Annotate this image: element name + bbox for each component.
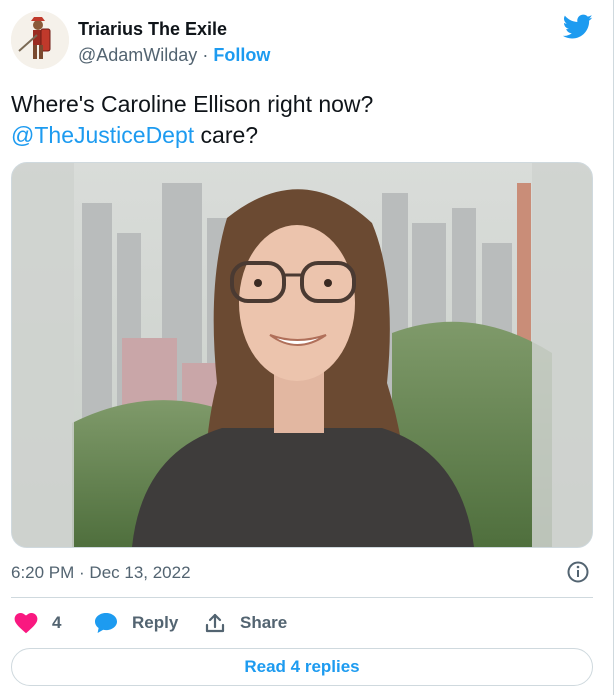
reply-button[interactable]: Reply: [94, 608, 178, 638]
reply-bubble-icon: [95, 613, 117, 633]
heart-icon: [14, 613, 38, 634]
info-icon[interactable]: [566, 560, 590, 584]
tweet-text-rest: care?: [194, 122, 259, 148]
follow-button[interactable]: Follow: [213, 45, 270, 65]
tweet-timestamp[interactable]: 6:20 PM · Dec 13, 2022: [11, 562, 191, 584]
divider: [11, 597, 593, 598]
meta-separator: ·: [202, 45, 209, 65]
author-meta-line: @AdamWilday · Follow: [78, 44, 270, 66]
twitter-bird-icon[interactable]: [563, 14, 593, 40]
tweet-text: Where's Caroline Ellison right now? @The…: [11, 89, 601, 151]
mention-link[interactable]: @TheJusticeDept: [11, 122, 194, 148]
author-display-name[interactable]: Triarius The Exile: [78, 18, 227, 40]
share-icon: [205, 613, 225, 633]
tweet-text-line-1: Where's Caroline Ellison right now?: [11, 91, 374, 117]
photo-illustration: [12, 163, 592, 547]
tweet-embed-card: Triarius The Exile @AdamWilday · Follow …: [0, 0, 614, 695]
tweet-text-line-2: @TheJusticeDept care?: [11, 120, 601, 151]
share-label: Share: [240, 613, 288, 632]
like-count: 4: [52, 613, 62, 632]
read-replies-button[interactable]: Read 4 replies: [11, 648, 593, 686]
tweet-media-photo[interactable]: [11, 162, 593, 548]
avatar-image: [11, 11, 69, 69]
like-button[interactable]: 4: [14, 608, 61, 638]
reply-label: Reply: [132, 613, 179, 632]
avatar[interactable]: [11, 11, 69, 69]
read-replies-label: Read 4 replies: [244, 657, 360, 676]
author-handle[interactable]: @AdamWilday: [78, 45, 197, 65]
share-button[interactable]: Share: [204, 608, 287, 638]
